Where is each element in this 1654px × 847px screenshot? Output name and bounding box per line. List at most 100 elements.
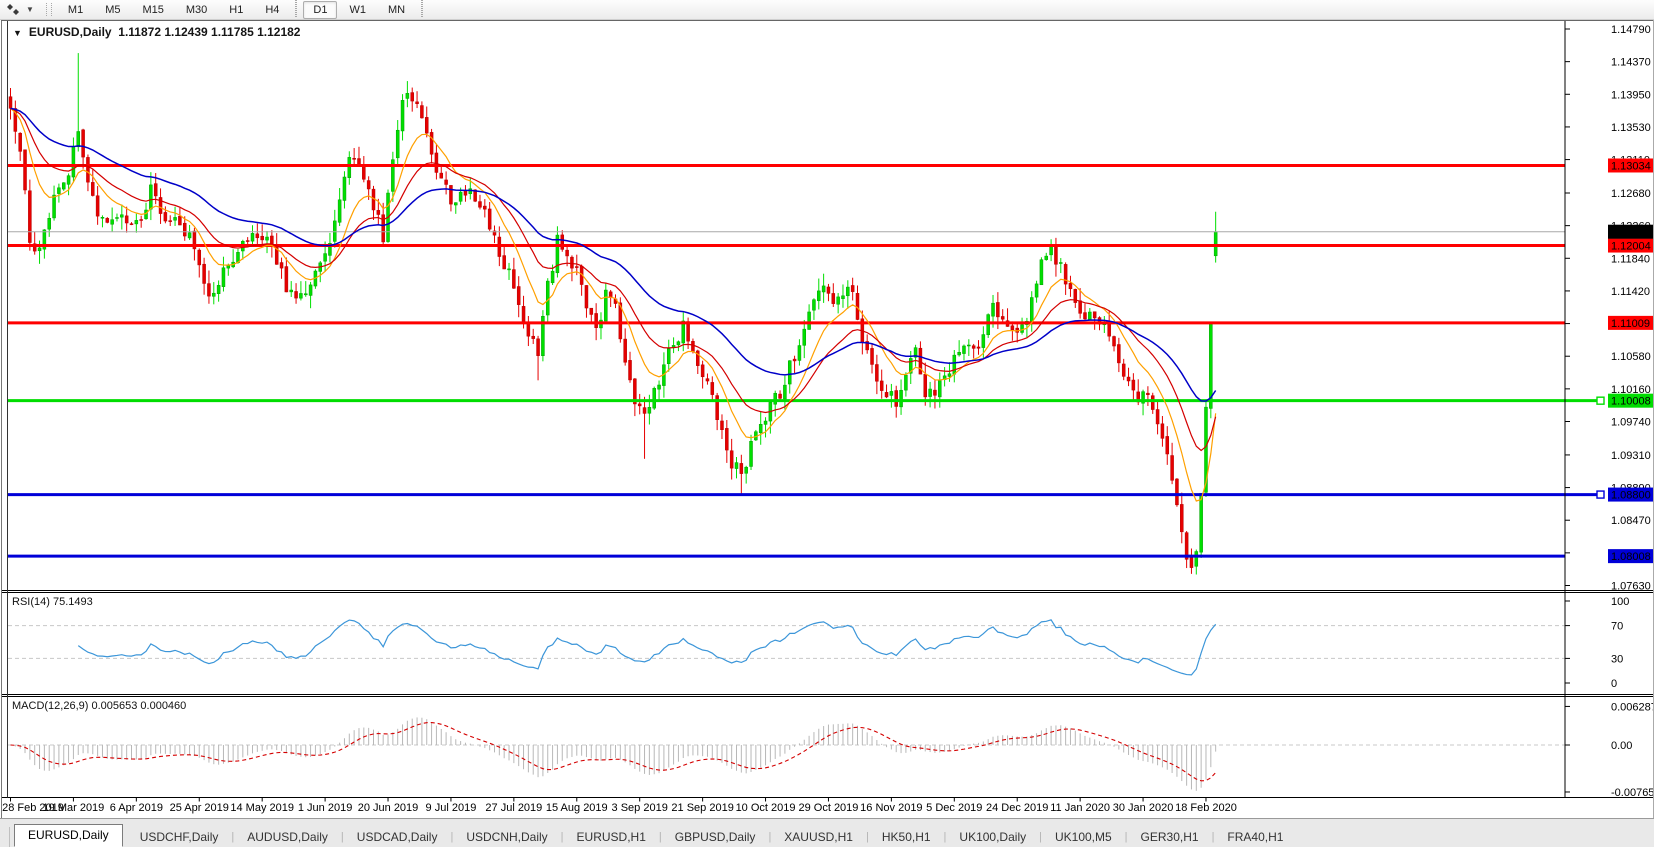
dropdown-caret-icon[interactable]: ▼ bbox=[26, 5, 34, 14]
rsi-tick-label: 30 bbox=[1611, 653, 1623, 665]
candle-up bbox=[735, 463, 738, 469]
timeframe-button-mn[interactable]: MN bbox=[378, 1, 415, 19]
symbol-tabs: EURUSD,DailyUSDCHF,Daily|AUDUSD,Daily|US… bbox=[12, 824, 1296, 847]
candle-up bbox=[48, 218, 51, 229]
candle-down bbox=[793, 359, 796, 361]
timeframe-button-d1[interactable]: D1 bbox=[303, 1, 337, 19]
timeframe-button-m1[interactable]: M1 bbox=[58, 1, 93, 19]
candle-down bbox=[885, 392, 888, 397]
chart-background bbox=[0, 20, 1654, 818]
candle-up bbox=[808, 312, 811, 330]
candle-up bbox=[890, 391, 893, 395]
line-handle[interactable] bbox=[1597, 491, 1604, 498]
candle-up bbox=[266, 237, 269, 240]
candle-down bbox=[295, 291, 298, 298]
chart-collapse-caret-icon[interactable]: ▼ bbox=[13, 28, 22, 38]
time-tick-label: 5 Dec 2019 bbox=[926, 802, 982, 814]
candle-up bbox=[1035, 284, 1038, 297]
candle-down bbox=[1108, 323, 1111, 336]
price-tick-label: 1.12680 bbox=[1611, 188, 1651, 200]
tab-uk100-m5[interactable]: UK100,M5 bbox=[1042, 827, 1125, 847]
price-tick-label: 1.09310 bbox=[1611, 450, 1651, 462]
tab-ger30-h1[interactable]: GER30,H1 bbox=[1128, 827, 1212, 847]
candle-down bbox=[779, 394, 782, 398]
candle-down bbox=[706, 379, 709, 381]
candle-up bbox=[304, 294, 307, 295]
tab-eurusd-h1[interactable]: EURUSD,H1 bbox=[564, 827, 659, 847]
tab-usdchf-daily[interactable]: USDCHF,Daily bbox=[127, 827, 232, 847]
candle-down bbox=[420, 106, 423, 118]
timeframes-icon[interactable] bbox=[6, 3, 23, 17]
line-price-label: 1.13034 bbox=[1611, 160, 1651, 172]
candle-down bbox=[871, 348, 874, 364]
timeframe-button-m15[interactable]: M15 bbox=[132, 1, 173, 19]
rsi-tick-label: 0 bbox=[1611, 678, 1617, 690]
macd-tick-label: 0.00 bbox=[1611, 740, 1632, 752]
candle-down bbox=[880, 381, 883, 391]
candle-down bbox=[1171, 456, 1174, 481]
line-handle[interactable] bbox=[1597, 397, 1604, 404]
candle-down bbox=[164, 212, 167, 221]
candle-down bbox=[91, 182, 94, 195]
timeframe-button-h1[interactable]: H1 bbox=[219, 1, 253, 19]
candle-down bbox=[9, 97, 12, 109]
candle-up bbox=[115, 217, 118, 218]
candle-down bbox=[106, 218, 109, 222]
candle-up bbox=[846, 287, 849, 296]
timeframe-button-m5[interactable]: M5 bbox=[95, 1, 130, 19]
candle-down bbox=[1161, 424, 1164, 439]
chart-canvas[interactable]: 1.147901.143701.139501.135301.131101.126… bbox=[0, 20, 1654, 818]
candle-down bbox=[537, 339, 540, 356]
timeframe-tool-group: ▼ bbox=[0, 3, 57, 17]
line-price-label: 1.12004 bbox=[1611, 241, 1651, 253]
candle-down bbox=[933, 390, 936, 395]
timeframe-button-w1[interactable]: W1 bbox=[339, 1, 376, 19]
tab-xauusd-h1[interactable]: XAUUSD,H1 bbox=[771, 827, 866, 847]
tab-strip-handle[interactable] bbox=[0, 827, 10, 847]
timeframe-button-h4[interactable]: H4 bbox=[255, 1, 289, 19]
candle-down bbox=[624, 339, 627, 362]
price-tick-label: 1.14790 bbox=[1611, 24, 1651, 36]
tab-gbpusd-daily[interactable]: GBPUSD,Daily bbox=[662, 827, 769, 847]
candle-down bbox=[96, 196, 99, 216]
tab-audusd-daily[interactable]: AUDUSD,Daily bbox=[234, 827, 341, 847]
tab-usdcnh-daily[interactable]: USDCNH,Daily bbox=[453, 827, 560, 847]
candle-up bbox=[251, 233, 254, 241]
candle-up bbox=[992, 303, 995, 316]
line-price-label: 1.10008 bbox=[1611, 396, 1651, 408]
macd-tick-label: 0.006287 bbox=[1611, 701, 1654, 713]
tab-hk50-h1[interactable]: HK50,H1 bbox=[869, 827, 944, 847]
candle-up bbox=[111, 220, 114, 225]
candle-down bbox=[19, 133, 22, 151]
candle-up bbox=[653, 388, 656, 408]
candle-up bbox=[333, 221, 336, 242]
candle-down bbox=[416, 102, 419, 104]
candle-up bbox=[212, 293, 215, 296]
timeframe-buttons: M1M5M15M30H1H4 D1W1MN bbox=[57, 0, 428, 19]
candle-down bbox=[691, 341, 694, 351]
tab-uk100-daily[interactable]: UK100,Daily bbox=[946, 827, 1039, 847]
candle-down bbox=[478, 202, 481, 208]
time-tick-label: 3 Sep 2019 bbox=[612, 802, 668, 814]
candle-up bbox=[53, 195, 56, 218]
line-price-label: 1.08008 bbox=[1611, 551, 1651, 563]
candle-down bbox=[207, 284, 210, 297]
candle-up bbox=[67, 176, 70, 185]
candle-up bbox=[469, 189, 472, 194]
tab-fra40-h1[interactable]: FRA40,H1 bbox=[1214, 827, 1296, 847]
candle-up bbox=[1088, 312, 1091, 319]
time-tick-label: 21 Sep 2019 bbox=[671, 802, 733, 814]
tab-usdcad-daily[interactable]: USDCAD,Daily bbox=[344, 827, 451, 847]
candle-down bbox=[198, 250, 201, 265]
candle-up bbox=[145, 210, 148, 219]
tab-eurusd-daily[interactable]: EURUSD,Daily bbox=[14, 824, 123, 847]
candle-up bbox=[900, 390, 903, 407]
timeframe-button-m30[interactable]: M30 bbox=[176, 1, 217, 19]
candle-up bbox=[841, 296, 844, 299]
candle-up bbox=[217, 285, 220, 293]
candle-down bbox=[203, 264, 206, 283]
candle-up bbox=[1040, 260, 1043, 285]
candle-down bbox=[561, 235, 564, 250]
candle-down bbox=[924, 374, 927, 397]
candle-up bbox=[57, 188, 60, 194]
